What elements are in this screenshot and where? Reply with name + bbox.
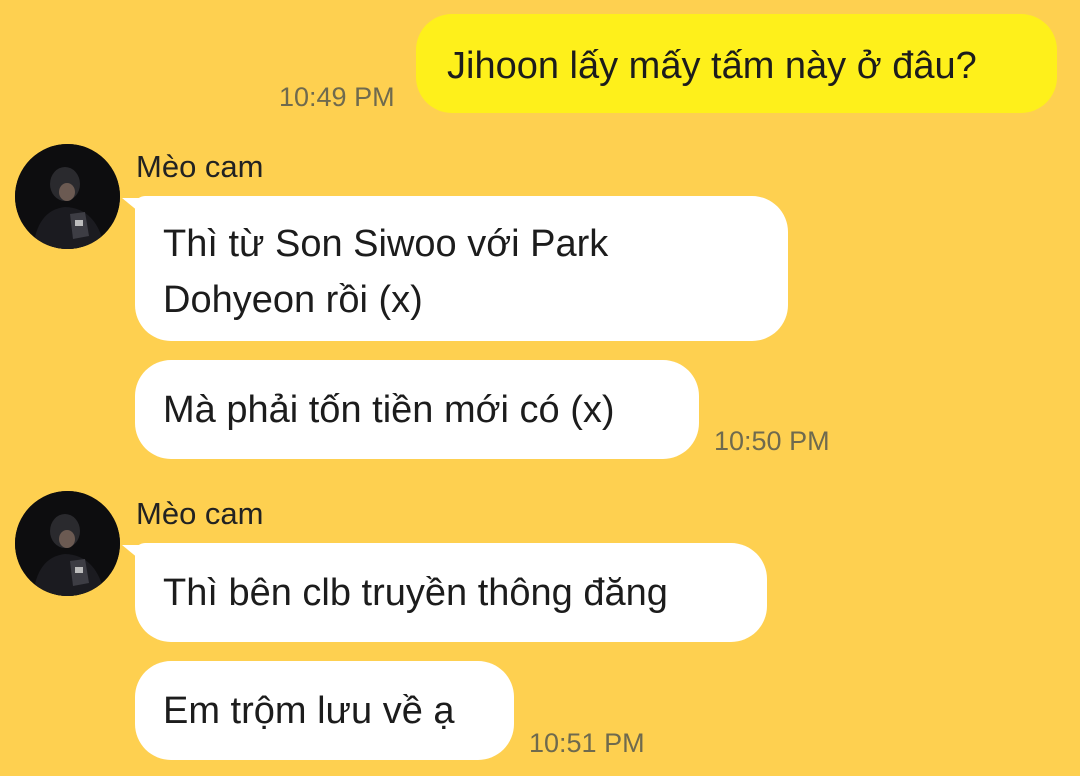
message-timestamp: 10:49 PM (279, 82, 395, 112)
sender-name: Mèo cam (136, 149, 264, 184)
incoming-message-bubble[interactable]: Mà phải tốn tiền mới có (x) (135, 360, 699, 459)
sender-avatar[interactable] (15, 491, 120, 596)
profile-photo-avatar (15, 491, 120, 596)
incoming-message-bubble[interactable]: Thì bên clb truyền thông đăng (135, 543, 767, 642)
message-text: Mà phải tốn tiền mới có (x) (163, 389, 615, 431)
message-timestamp: 10:50 PM (714, 426, 830, 456)
incoming-message-bubble[interactable]: Thì từ Son Siwoo với Park Dohyeon rồi (x… (135, 196, 788, 341)
sender-name: Mèo cam (136, 496, 264, 531)
sender-avatar[interactable] (15, 144, 120, 249)
message-timestamp: 10:51 PM (529, 728, 645, 758)
outgoing-message-bubble[interactable]: Jihoon lấy mấy tấm này ở đâu? (416, 14, 1057, 113)
message-text-line: Dohyeon rồi (x) (163, 279, 423, 321)
profile-photo-avatar (15, 144, 120, 249)
message-text: Jihoon lấy mấy tấm này ở đâu? (447, 45, 977, 87)
incoming-message-bubble[interactable]: Em trộm lưu về ạ (135, 661, 514, 760)
message-text: Em trộm lưu về ạ (163, 690, 455, 732)
message-text: Thì bên clb truyền thông đăng (163, 572, 668, 614)
message-text-line: Thì từ Son Siwoo với Park (163, 223, 609, 265)
